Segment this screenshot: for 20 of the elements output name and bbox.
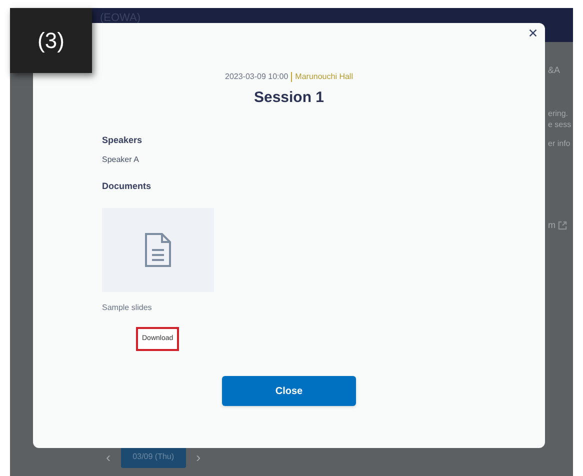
section-heading: Documents [102,180,152,193]
session-title: Session 1 [252,88,326,108]
previous-day-arrow[interactable]: ‹ [106,446,111,468]
step-badge: (3) [10,8,92,73]
document-thumbnail[interactable] [102,208,214,292]
notice-text: ering. [548,108,568,118]
tab-label: &A [548,64,560,77]
document-icon [144,232,172,268]
close-button[interactable]: Close [222,376,356,406]
next-day-arrow[interactable]: › [196,446,201,468]
notice-text: e sess [548,118,572,130]
section-heading: Speakers [102,134,144,147]
session-datetime: 2023-03-09 10:00 [225,71,288,83]
info-text: er info [548,138,570,148]
link-text: m [548,218,556,232]
date-tab[interactable]: 03/09 (Thu) [120,446,186,468]
session-venue: Marunouchi Hall [295,71,353,83]
external-link-icon [558,220,566,230]
document-name: Sample slides [102,302,153,314]
speaker-name: Speaker A [102,154,140,166]
